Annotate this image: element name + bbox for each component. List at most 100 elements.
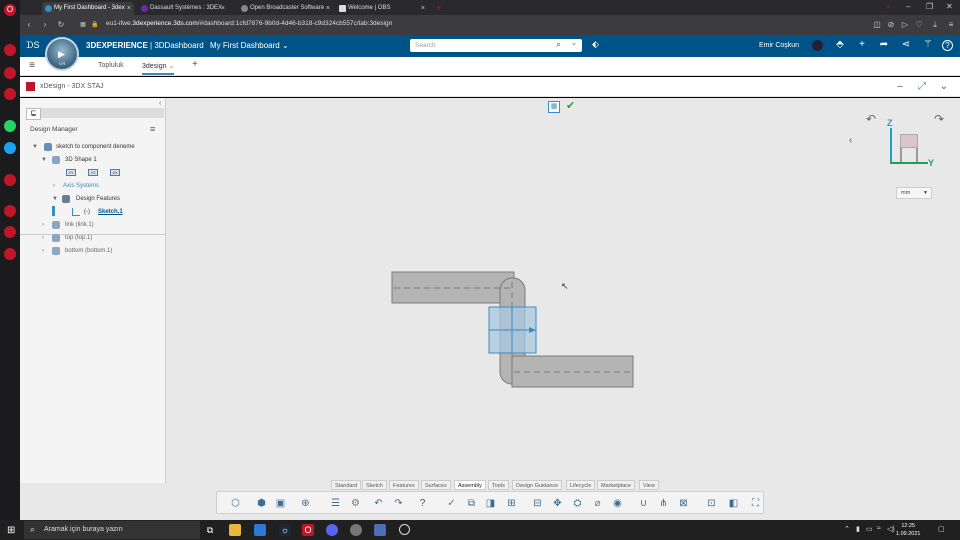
tree-design-features[interactable]: Design Features [76,196,120,202]
help-icon[interactable]: ? [416,497,429,510]
view-cube[interactable]: Z Y [887,118,934,168]
3ds-logo-icon[interactable]: ᗪS [26,39,39,51]
speed-dial-icon[interactable] [4,44,16,56]
heart-icon[interactable]: ♡ [914,20,924,30]
browser-tab-dassault[interactable]: Dassault Systèmes : 3DEX × [138,2,228,15]
new-component-icon[interactable]: ◨ [484,497,497,510]
taskbar-clock[interactable]: 12:25 1.09.2021 [896,522,920,538]
expand-arrow-icon[interactable]: › [42,222,44,228]
redo-icon[interactable]: ↷ [392,497,405,510]
history-icon[interactable] [4,205,16,217]
opera-taskbar-icon[interactable]: O [302,524,314,536]
search-options-chevron-icon[interactable]: ⌄ [571,39,577,47]
exit-sketch-check-icon[interactable]: ✔ [566,99,575,112]
rotate-left-icon[interactable]: ↶ [866,112,876,126]
url-field[interactable]: eu1-ifwe.3dexperience.3ds.com/#dashboard… [106,20,392,27]
obs-icon[interactable] [399,524,410,535]
close-tab-icon[interactable]: × [127,2,131,15]
view-cube-prev-icon[interactable]: ‹ [849,135,852,146]
expand-arrow-icon[interactable]: ▼ [52,196,58,202]
grid-icon[interactable]: ▦ [78,20,88,30]
add-tab-button[interactable]: + [192,59,198,70]
task-view-icon[interactable]: ⧉ [204,524,216,536]
cube-face[interactable] [900,134,918,148]
expand-arrow-icon[interactable]: › [42,248,44,254]
part-design-icon[interactable]: ⬡ [229,497,242,510]
expand-arrow-icon[interactable]: ▼ [32,144,38,150]
tree-bottom[interactable]: bottom (bottom.1) [65,248,112,254]
bom-icon[interactable]: ⊡ [705,497,718,510]
tab-surfaces[interactable]: Surfaces [421,480,451,490]
units-select[interactable]: mm ▼ [896,187,932,199]
network-icon[interactable]: ▭ [866,525,873,533]
expand-arrow-icon[interactable]: › [53,183,55,189]
windows-start-icon[interactable]: ⊞ [7,525,15,536]
browser-tab-obs[interactable]: Open Broadcaster Software × [238,2,333,15]
tag-filter-icon[interactable]: ⬘ [834,39,846,51]
tray-chevron-icon[interactable]: ⌃ [844,525,850,533]
app-menu-chevron-icon[interactable]: ⌄ [938,81,950,93]
tree-sketch[interactable]: Sketch.1 [98,209,123,215]
tab-design-guidance[interactable]: Design Guidance [512,480,563,490]
tab-topluluk[interactable]: Topluluk [98,62,124,69]
mail-icon[interactable] [254,524,266,536]
panel-menu-icon[interactable]: ≡ [150,124,155,134]
minimize-panel-icon[interactable]: – [894,81,906,93]
collapse-panel-icon[interactable]: ‹ [159,100,161,107]
settings-icon[interactable]: ⚙ [349,497,362,510]
3d-viewport[interactable]: ▦ ✔ ↖ ‹ ↶ ↷ Z Y mm ▼ [166,98,960,483]
save-icon[interactable]: ▣ [274,497,287,510]
color-icon[interactable]: ◉ [611,497,624,510]
wifi-icon[interactable]: ≈ [877,525,881,532]
adblock-icon[interactable]: ⊘ [886,20,896,30]
rotate-right-icon[interactable]: ↷ [934,112,944,126]
add-icon[interactable]: + [856,39,868,51]
search-tabs-icon[interactable]: ⌕ [886,2,890,12]
epic-icon[interactable] [350,524,362,536]
browser-tab-dashboard[interactable]: My First Dashboard - 3dex × [42,2,134,15]
tree-tab-icon[interactable]: ⊑ [26,108,41,120]
ticket-icon[interactable] [4,88,16,100]
tab-lifecycle[interactable]: Lifecycle [566,480,596,490]
browser-tab-welcome-obs[interactable]: Welcome | OBS × [336,2,428,15]
expand-arrow-icon[interactable]: › [42,235,44,241]
play-icon[interactable]: ▷ [900,20,910,30]
camera-icon[interactable]: ◫ [872,20,882,30]
new-tab-button[interactable]: + [434,2,446,15]
discord-icon[interactable] [326,524,338,536]
dashboard-selector[interactable]: My First Dashboard ⌄ [210,41,289,50]
notifications-icon[interactable]: ▢ [938,525,945,533]
sketch-grid-icon[interactable]: ▦ [548,101,560,113]
bag-icon[interactable] [4,67,16,79]
plane-zx-icon[interactable]: ZX [110,169,120,176]
download-icon[interactable]: ⤓ [930,20,940,30]
forward-icon[interactable]: › [40,20,50,30]
insert-component-icon[interactable]: ⧉ [465,497,478,510]
pattern-icon[interactable]: ⊞ [505,497,518,510]
tab-3design[interactable]: 3design ⌄ [142,62,175,75]
close-tab-icon[interactable]: × [326,2,330,15]
close-tab-icon[interactable]: × [421,2,425,15]
whatsapp-icon[interactable] [4,120,16,132]
tab-sketch[interactable]: Sketch [362,480,387,490]
simulation-icon[interactable]: ⛶ [749,497,762,510]
expand-arrow-icon[interactable]: ▼ [41,157,47,163]
taskbar-search-input[interactable]: ⌕ Aramak için buraya yazın [24,521,200,539]
properties-icon[interactable]: ☰ [329,497,342,510]
tab-assembly[interactable]: Assembly [454,480,486,490]
community-icon[interactable]: ⚚ [922,39,934,51]
attach-icon[interactable]: ⌀ [591,497,604,510]
interference-icon[interactable]: ⊠ [677,497,690,510]
fullscreen-icon[interactable]: ⤢ [916,81,928,93]
microphone-icon[interactable]: ▮ [856,525,860,533]
cube-icon[interactable] [4,226,16,238]
tab-tools[interactable]: Tools [488,480,509,490]
plane-xy-icon[interactable]: XY [66,169,76,176]
share-network-icon[interactable]: ⋖ [900,39,912,51]
tab-standard[interactable]: Standard [331,480,362,490]
tab-view[interactable]: View [639,480,659,490]
search-icon[interactable]: ⌕ [556,39,561,50]
open-icon[interactable]: ⬢ [255,497,268,510]
plane-yz-icon[interactable]: YZ [88,169,98,176]
settings-gear-icon[interactable] [4,248,16,260]
